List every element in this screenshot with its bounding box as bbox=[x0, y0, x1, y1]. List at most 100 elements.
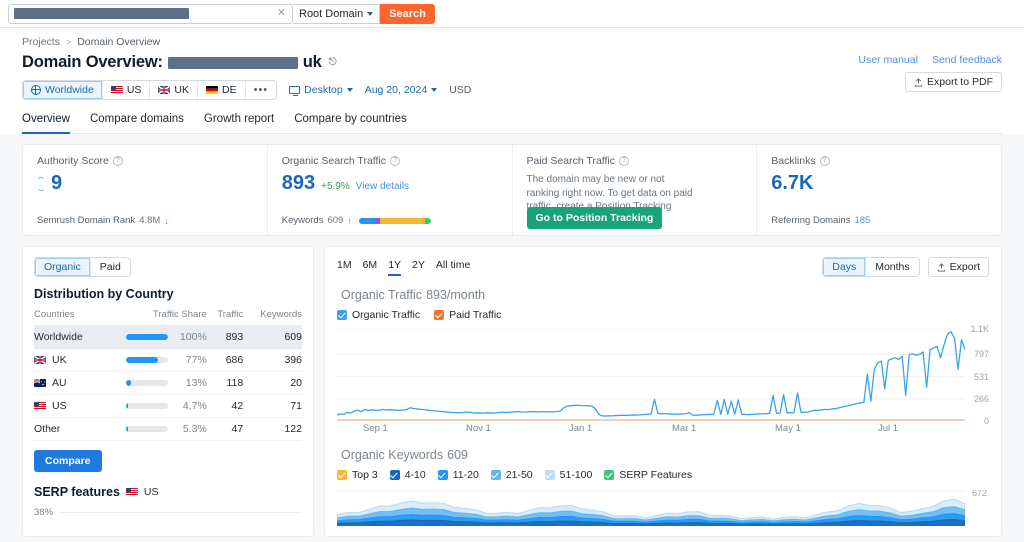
view-details-link[interactable]: View details bbox=[356, 181, 409, 192]
range-1y[interactable]: 1Y bbox=[388, 259, 401, 276]
help-icon[interactable]: ? bbox=[390, 156, 400, 166]
toggle-paid[interactable]: Paid bbox=[91, 258, 130, 276]
keywords-value: 609 bbox=[327, 215, 343, 226]
serp-features-heading: SERP features US bbox=[34, 485, 302, 499]
legend-keyword-3[interactable]: 21-50 bbox=[491, 469, 533, 481]
tab-compare-domains[interactable]: Compare domains bbox=[90, 113, 184, 134]
range-all-time[interactable]: All time bbox=[436, 259, 470, 276]
table-row[interactable]: US4.7%4271 bbox=[34, 395, 302, 418]
tab-growth-report[interactable]: Growth report bbox=[204, 113, 274, 134]
device-select[interactable]: Desktop bbox=[289, 84, 353, 96]
send-feedback-link[interactable]: Send feedback bbox=[932, 54, 1002, 66]
toggle-organic[interactable]: Organic bbox=[35, 258, 91, 276]
legend-label: 4-10 bbox=[405, 469, 426, 481]
checkbox-icon[interactable] bbox=[337, 470, 347, 480]
geo-pill-us-label: US bbox=[127, 84, 142, 96]
user-manual-link[interactable]: User manual bbox=[858, 54, 918, 66]
legend-traffic-0[interactable]: Organic Traffic bbox=[337, 309, 420, 321]
granularity-months[interactable]: Months bbox=[866, 258, 918, 276]
compare-button[interactable]: Compare bbox=[34, 450, 102, 472]
export-pdf-button[interactable]: Export to PDF bbox=[905, 72, 1002, 92]
col-traffic: Traffic bbox=[207, 309, 243, 326]
country-label: AU bbox=[52, 377, 67, 389]
legend-keyword-1[interactable]: 4-10 bbox=[390, 469, 426, 481]
geo-pill-group: Worldwide US bbox=[22, 80, 277, 100]
organic-traffic-subtitle: 893/month bbox=[426, 288, 485, 302]
x-tick-label: May 1 bbox=[775, 423, 801, 434]
chevron-down-icon bbox=[347, 88, 353, 92]
date-select[interactable]: Aug 20, 2024 bbox=[365, 84, 437, 96]
referring-domains-value[interactable]: 185 bbox=[854, 215, 870, 226]
clear-icon[interactable]: ✕ bbox=[275, 8, 288, 19]
y-tick-label: 266 bbox=[974, 394, 989, 404]
geo-pill-worldwide[interactable]: Worldwide bbox=[23, 81, 103, 99]
breadcrumb-projects[interactable]: Projects bbox=[22, 36, 60, 48]
external-link-icon[interactable]: ⎋ bbox=[329, 57, 337, 68]
checkbox-icon[interactable] bbox=[337, 310, 347, 320]
kpi-card: Authority Score ? 9 Semrush Domain Rank … bbox=[22, 144, 1002, 236]
organic-traffic-chart: 02665317971.1K bbox=[337, 329, 989, 421]
traffic-chart-x-axis: Sep 1Nov 1Jan 1Mar 1May 1Jul 1 bbox=[337, 423, 989, 435]
granularity-days[interactable]: Days bbox=[823, 258, 866, 276]
geo-pill-uk[interactable]: UK bbox=[150, 81, 198, 99]
table-row[interactable]: AU13%11820 bbox=[34, 372, 302, 395]
geo-pill-de[interactable]: DE bbox=[198, 81, 246, 99]
keyword-distribution-bar bbox=[359, 218, 431, 224]
table-row[interactable]: Other5.3%47122 bbox=[34, 418, 302, 441]
export-button[interactable]: Export bbox=[928, 257, 989, 277]
legend-keyword-5[interactable]: SERP Features bbox=[604, 469, 692, 481]
help-icon[interactable]: ? bbox=[619, 156, 629, 166]
globe-icon bbox=[31, 85, 41, 95]
kpi-organic-title-row: Organic Search Traffic ? bbox=[282, 155, 498, 167]
legend-traffic-1[interactable]: Paid Traffic bbox=[434, 309, 501, 321]
table-row[interactable]: Worldwide100%893609 bbox=[34, 326, 302, 349]
col-countries: Countries bbox=[34, 309, 103, 326]
header-actions: User manual Send feedback Export to PDF bbox=[858, 53, 1002, 92]
checkbox-icon[interactable] bbox=[434, 310, 444, 320]
cell-traffic: 686 bbox=[207, 349, 243, 372]
kpi-paid-traffic: Paid Search Traffic ? The domain may be … bbox=[513, 145, 758, 235]
geo-pill-more[interactable]: ••• bbox=[246, 81, 277, 99]
range-selector: 1M 6M 1Y 2Y All time bbox=[337, 259, 470, 276]
cell-traffic-share: 100% bbox=[103, 326, 207, 349]
legend-keyword-4[interactable]: 51-100 bbox=[545, 469, 593, 481]
checkbox-icon[interactable] bbox=[545, 470, 555, 480]
search-button[interactable]: Search bbox=[380, 4, 435, 24]
legend-keyword-2[interactable]: 11-20 bbox=[438, 469, 479, 481]
search-input[interactable]: ✕ bbox=[8, 4, 293, 24]
y-tick-label: 797 bbox=[974, 349, 989, 359]
cell-country: UK bbox=[34, 349, 103, 372]
col-keywords: Keywords bbox=[243, 309, 302, 326]
range-2y[interactable]: 2Y bbox=[412, 259, 425, 276]
checkbox-icon[interactable] bbox=[390, 470, 400, 480]
search-value-redacted bbox=[14, 8, 189, 19]
tab-overview[interactable]: Overview bbox=[22, 113, 70, 134]
range-1m[interactable]: 1M bbox=[337, 259, 352, 276]
checkbox-icon[interactable] bbox=[604, 470, 614, 480]
legend-keyword-0[interactable]: Top 3 bbox=[337, 469, 378, 481]
share-pct-label: 4.7% bbox=[175, 400, 207, 412]
keyword-bar-segment bbox=[425, 218, 431, 224]
country-label: Other bbox=[34, 423, 60, 435]
serp-country-label: US bbox=[144, 486, 159, 498]
country-label: Worldwide bbox=[34, 331, 83, 343]
go-to-position-tracking-button[interactable]: Go to Position Tracking bbox=[527, 207, 663, 229]
cell-traffic-share: 5.3% bbox=[103, 418, 207, 441]
breadcrumb-current: Domain Overview bbox=[77, 36, 160, 48]
semrush-rank-label: Semrush Domain Rank bbox=[37, 215, 135, 226]
help-icon[interactable]: ? bbox=[820, 156, 830, 166]
geo-pill-us[interactable]: US bbox=[103, 81, 151, 99]
share-pct-label: 77% bbox=[175, 354, 207, 366]
kpi-authority-footer: Semrush Domain Rank 4.8M ↓ bbox=[37, 215, 169, 226]
kpi-authority-score: Authority Score ? 9 Semrush Domain Rank … bbox=[23, 145, 268, 235]
help-icon[interactable]: ? bbox=[113, 156, 123, 166]
checkbox-icon[interactable] bbox=[438, 470, 448, 480]
organic-keywords-chart: 672 bbox=[337, 490, 989, 526]
table-row[interactable]: UK77%686396 bbox=[34, 349, 302, 372]
range-6m[interactable]: 6M bbox=[363, 259, 378, 276]
tab-compare-by-countries[interactable]: Compare by countries bbox=[294, 113, 407, 134]
search-mode-select[interactable]: Root Domain bbox=[293, 4, 380, 24]
cell-traffic: 47 bbox=[207, 418, 243, 441]
flag-de-icon bbox=[206, 86, 218, 94]
checkbox-icon[interactable] bbox=[491, 470, 501, 480]
